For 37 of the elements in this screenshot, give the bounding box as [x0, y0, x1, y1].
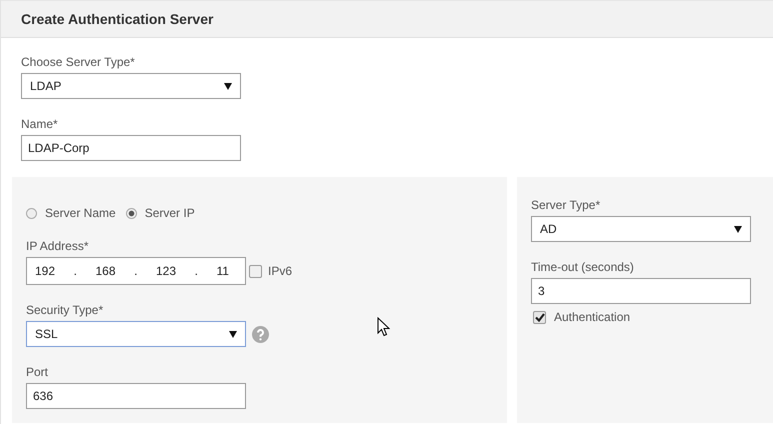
- input-field[interactable]: 3: [531, 278, 751, 304]
- page-title: Create Authentication Server: [21, 11, 214, 27]
- dropdown[interactable]: AD: [531, 216, 751, 242]
- radio-button[interactable]: [26, 208, 37, 218]
- octet-separator: .: [134, 264, 138, 278]
- field-label: Server Type*: [531, 198, 602, 212]
- field-label: Name*: [21, 117, 59, 131]
- field-label: Choose Server Type*: [21, 55, 136, 69]
- dropdown[interactable]: SSL: [26, 321, 246, 347]
- input-field[interactable]: 636: [26, 383, 246, 409]
- octet-separator: .: [194, 264, 198, 278]
- ip-octet[interactable]: 168: [92, 264, 120, 278]
- field-label: Port: [26, 365, 50, 379]
- radio-label: Server IP: [144, 206, 195, 220]
- ip-octet[interactable]: 11: [212, 264, 233, 278]
- ip-address-field[interactable]: 192 . 168 . 123 . 11: [26, 257, 246, 285]
- ip-octet[interactable]: 192: [31, 264, 60, 278]
- radio-option[interactable]: Server IP: [126, 206, 195, 220]
- field-label: Time-out (seconds): [531, 260, 635, 274]
- input-field[interactable]: LDAP-Corp: [21, 135, 241, 161]
- radio-option[interactable]: Server Name: [26, 206, 116, 220]
- field-label: Security Type*: [26, 303, 104, 317]
- ip-octet[interactable]: 123: [152, 264, 180, 278]
- caret-icon: [229, 330, 237, 338]
- help-icon[interactable]: [252, 326, 269, 342]
- field-label: IP Address*: [26, 239, 90, 253]
- checkbox[interactable]: [533, 310, 546, 324]
- checkbox-label: Authentication: [554, 310, 630, 324]
- radio-label: Server Name: [45, 206, 116, 220]
- radio-button[interactable]: [126, 208, 137, 218]
- caret-icon: [734, 226, 742, 232]
- mouse-pointer-icon: [377, 317, 390, 337]
- dropdown[interactable]: LDAP: [21, 73, 241, 99]
- checkbox-label: IPv6: [268, 264, 292, 278]
- checkbox[interactable]: [249, 264, 262, 278]
- octet-separator: .: [74, 264, 77, 278]
- caret-icon: [224, 82, 232, 90]
